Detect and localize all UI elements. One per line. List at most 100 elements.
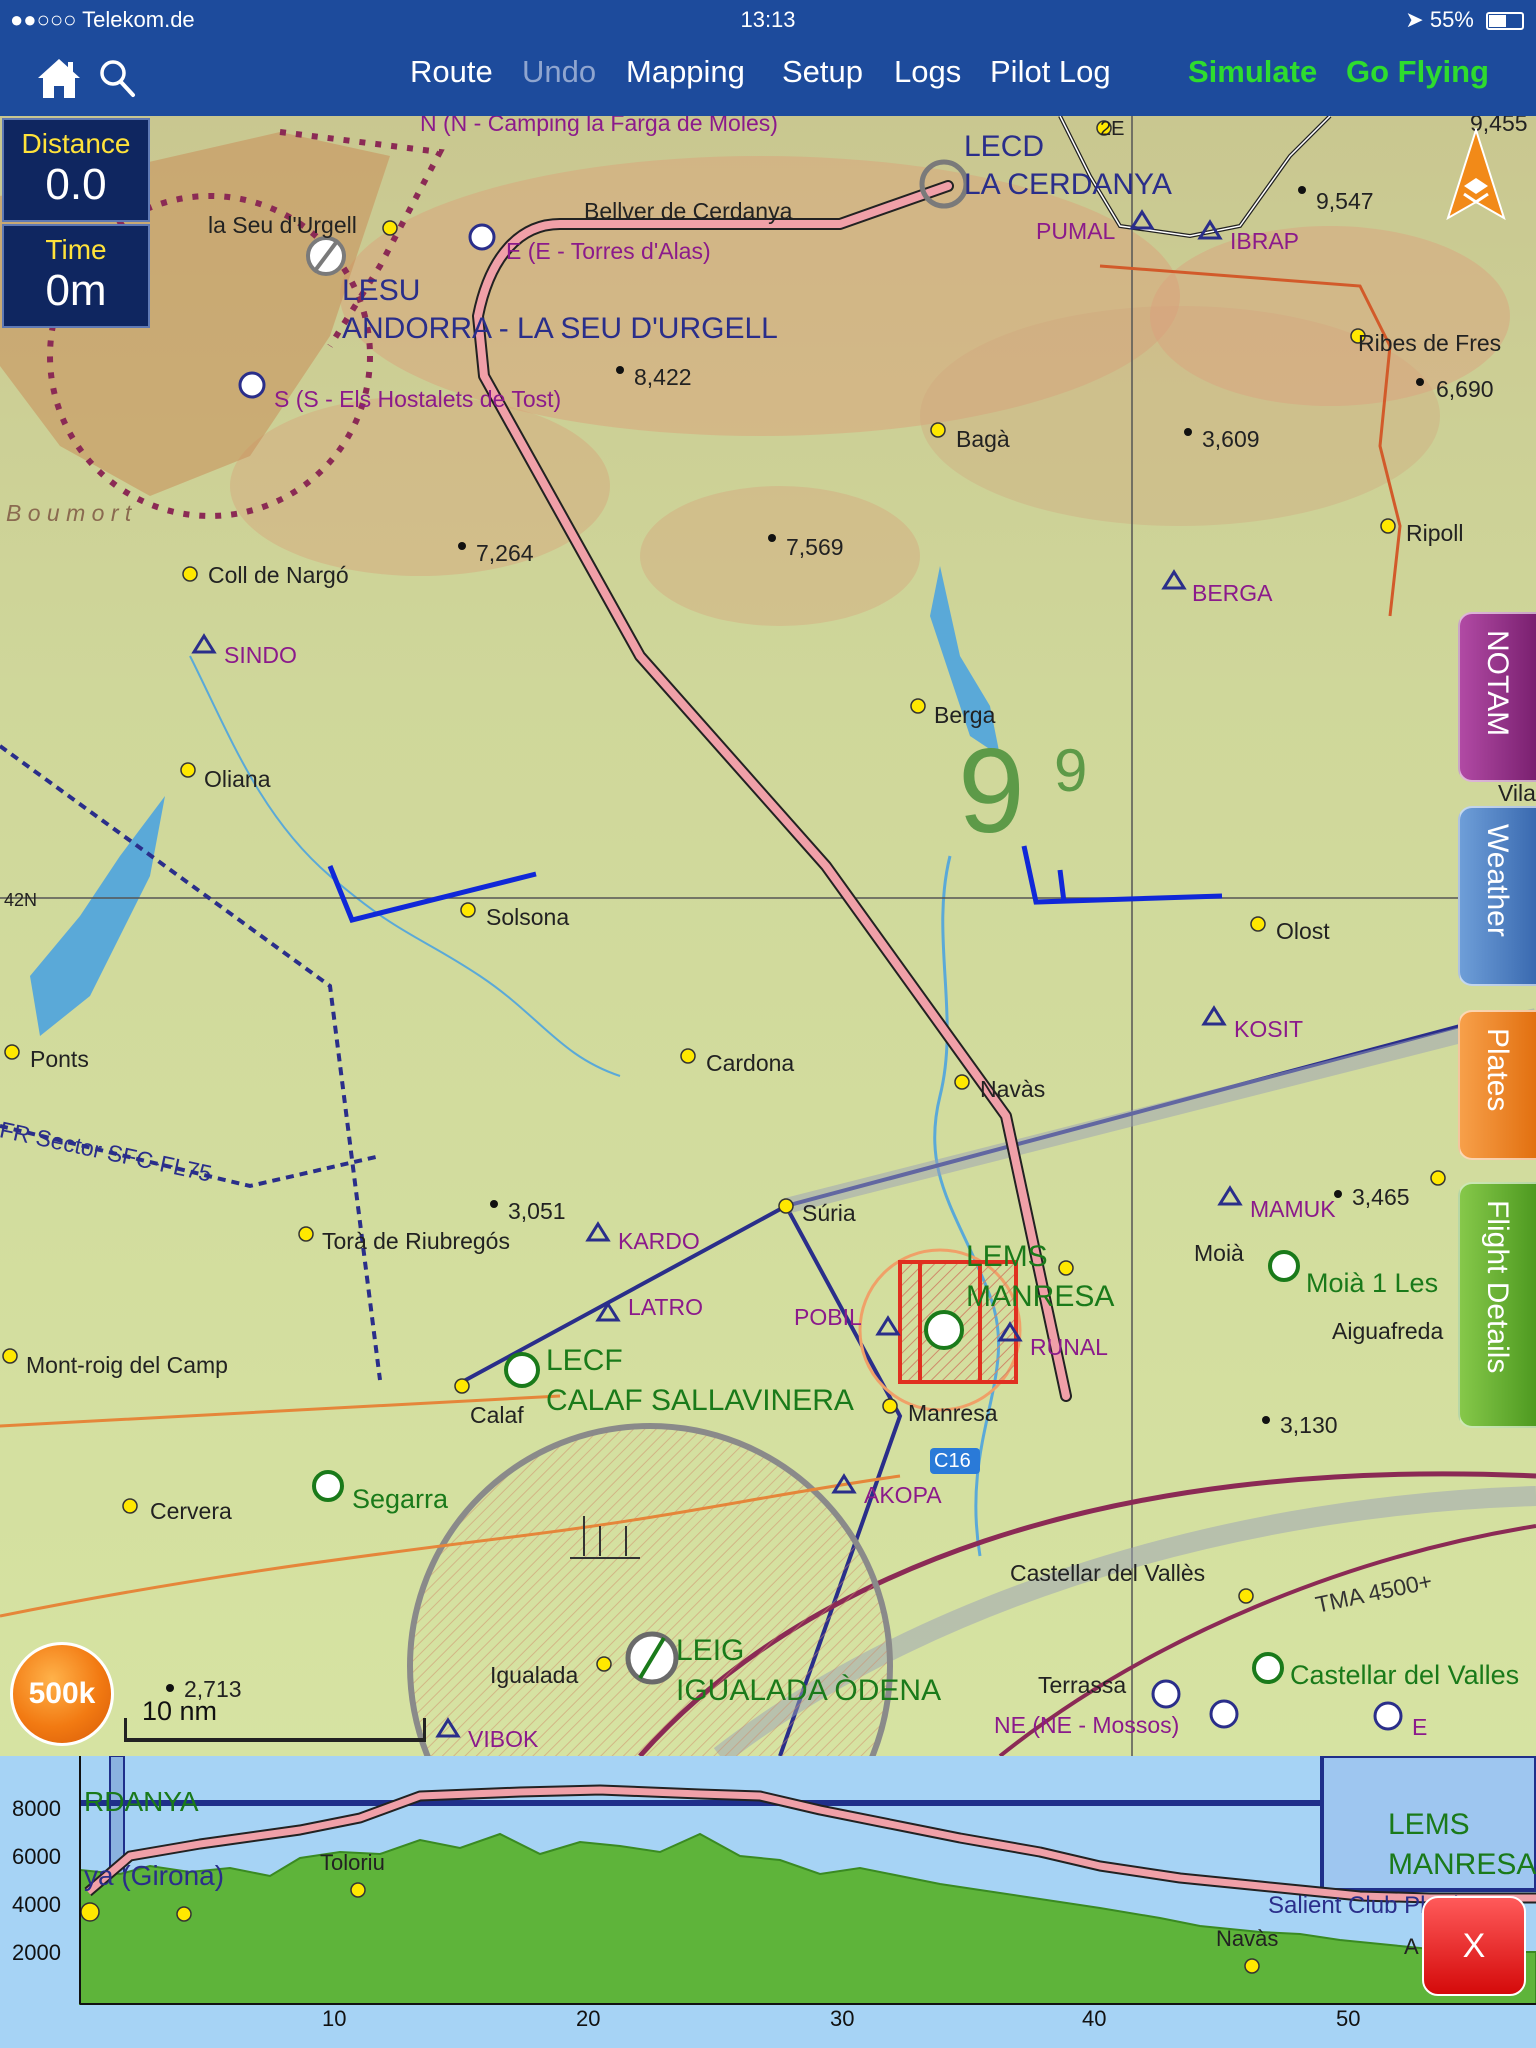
profile-label-a: A <box>1404 1934 1419 1959</box>
profile-label-toloriu: Toloriu <box>320 1850 385 1875</box>
airport-leig-code[interactable]: LEIG <box>676 1634 744 1668</box>
region-boumort: B o u m o r t <box>6 500 132 526</box>
profile-x-tick-50: 50 <box>1336 2006 1361 2031</box>
tab-flight-details[interactable]: Flight Details <box>1458 1182 1536 1428</box>
go-flying-button[interactable]: Go Flying <box>1346 54 1489 90</box>
aeronautical-chart[interactable]: N (N - Camping la Farga de Moles) LECD L… <box>0 116 1536 1756</box>
profile-label-girona: ya (Girona) <box>84 1860 225 1891</box>
distance-label: Distance <box>21 128 131 159</box>
airport-lecf-code[interactable]: LECF <box>546 1344 623 1378</box>
vfr-point-e: E (E - Torres d'Alas) <box>506 238 711 264</box>
tab-weather[interactable]: Weather <box>1458 806 1536 986</box>
waypoint-sindo[interactable]: SINDO <box>224 642 297 669</box>
profile-y-tick-4000: 4000 <box>12 1892 61 1917</box>
vfr-point-e2: E <box>1412 1714 1428 1740</box>
airfield-segarra[interactable]: Segarra <box>352 1484 448 1515</box>
scale-bar: 10 nm <box>124 1696 426 1742</box>
elevation-3051: 3,051 <box>508 1198 566 1224</box>
mapping-menu[interactable]: Mapping <box>626 54 745 90</box>
airport-lesu-name[interactable]: ANDORRA - LA SEU D'URGELL <box>342 312 778 346</box>
scale-line <box>124 1738 426 1742</box>
profile-x-tick-20: 20 <box>576 2006 601 2031</box>
battery-icon <box>1486 12 1524 30</box>
waypoint-latro[interactable]: LATRO <box>628 1294 703 1321</box>
tab-notam[interactable]: NOTAM <box>1458 612 1536 782</box>
town-cervera: Cervera <box>150 1498 232 1524</box>
distance-value: 0.0 <box>45 160 107 209</box>
profile-x-tick-30: 30 <box>830 2006 855 2031</box>
waypoint-pobil[interactable]: POBIL <box>794 1304 862 1331</box>
profile-y-tick-8000: 8000 <box>12 1796 61 1821</box>
airport-lecd-name[interactable]: LA CERDANYA <box>964 168 1172 202</box>
town-la-seu: la Seu d'Urgell <box>208 212 357 238</box>
airport-lems-code[interactable]: LEMS <box>966 1240 1048 1274</box>
layers-compass-icon[interactable] <box>1442 128 1510 224</box>
elevation-3465: 3,465 <box>1352 1184 1410 1210</box>
battery-status: ➤ 55% <box>1405 7 1524 33</box>
town-moia: Moià <box>1194 1240 1244 1266</box>
tab-plates[interactable]: Plates <box>1458 1010 1536 1160</box>
waypoint-berga[interactable]: BERGA <box>1192 580 1273 607</box>
waypoint-runal[interactable]: RUNAL <box>1030 1334 1108 1361</box>
airport-lecd-code[interactable]: LECD <box>964 130 1044 164</box>
airport-lems-name[interactable]: MANRESA <box>966 1280 1114 1314</box>
elevation-8422: 8,422 <box>634 364 692 390</box>
elevation-3609: 3,609 <box>1202 426 1260 452</box>
time-label: Time <box>45 234 107 265</box>
waypoint-akopa[interactable]: AKOPA <box>864 1482 942 1509</box>
road-c16-label: C16 <box>934 1450 971 1472</box>
status-bar: ●●○○○ Telekom.de 13:13 ➤ 55% <box>0 0 1536 40</box>
tab-notam-label: NOTAM <box>1481 630 1514 737</box>
waypoint-ibrap[interactable]: IBRAP <box>1230 228 1299 255</box>
elevation-6690: 6,690 <box>1436 376 1494 402</box>
town-tora: Torà de Riubregós <box>322 1228 510 1254</box>
setup-menu[interactable]: Setup <box>782 54 863 90</box>
town-aiguafreda: Aiguafreda <box>1332 1318 1444 1344</box>
undo-button[interactable]: Undo <box>522 54 596 90</box>
town-terrassa: Terrassa <box>1038 1672 1127 1698</box>
waypoint-kosit[interactable]: KOSIT <box>1234 1016 1303 1043</box>
route-menu[interactable]: Route <box>410 54 493 90</box>
simulate-button[interactable]: Simulate <box>1188 54 1317 90</box>
airfield-castellar[interactable]: Castellar del Valles <box>1290 1660 1519 1691</box>
airport-lesu-code[interactable]: LESU <box>342 274 420 308</box>
town-coll-de-nargo: Coll de Nargó <box>208 562 349 588</box>
profile-x-tick-10: 10 <box>322 2006 347 2031</box>
town-oliana: Oliana <box>204 766 271 792</box>
airfield-moia[interactable]: Moià 1 Les <box>1306 1268 1438 1299</box>
time-panel: Time 0m <box>2 224 150 328</box>
tab-plates-label: Plates <box>1481 1028 1514 1112</box>
scale-tick-left <box>124 1718 127 1742</box>
vertical-profile-panel[interactable]: 8000 6000 4000 2000 10 20 30 40 50 RDANY… <box>0 1756 1536 2048</box>
airport-lecf-name[interactable]: CALAF SALLAVINERA <box>546 1384 854 1418</box>
home-icon[interactable] <box>36 56 82 100</box>
town-ribes: Ribes de Fres <box>1358 330 1502 356</box>
clock-label: 13:13 <box>740 7 796 32</box>
waypoint-mamuk[interactable]: MAMUK <box>1250 1196 1336 1223</box>
town-vila: Vila <box>1498 780 1536 806</box>
location-arrow-icon: ➤ <box>1405 7 1424 32</box>
waypoint-pumal[interactable]: PUMAL <box>1036 218 1115 245</box>
town-calaf: Calaf <box>470 1402 524 1428</box>
time-value: 0m <box>45 266 107 315</box>
zoom-level-button[interactable]: 500k <box>10 1642 114 1746</box>
pilot-log-menu[interactable]: Pilot Log <box>990 54 1111 90</box>
waypoint-vibok[interactable]: VIBOK <box>468 1726 538 1753</box>
town-olost: Olost <box>1276 918 1330 944</box>
town-navas: Navàs <box>980 1076 1046 1102</box>
grid-latitude-label: 42N <box>4 890 38 910</box>
search-icon[interactable] <box>98 58 136 98</box>
close-profile-button[interactable]: X <box>1422 1896 1526 1996</box>
airport-leig-name[interactable]: IGUALADA ÒDENA <box>676 1674 941 1708</box>
waypoint-kardo[interactable]: KARDO <box>618 1228 700 1255</box>
grid-mora-small: 9 <box>1054 737 1088 804</box>
town-suria: Súria <box>802 1200 856 1226</box>
elevation-7264: 7,264 <box>476 540 534 566</box>
tab-weather-label: Weather <box>1481 824 1514 937</box>
vfr-point-ne: NE (NE - Mossos) <box>994 1712 1180 1738</box>
elevation-3130: 3,130 <box>1280 1412 1338 1438</box>
town-igualada: Igualada <box>490 1662 579 1688</box>
profile-y-tick-6000: 6000 <box>12 1844 61 1869</box>
logs-menu[interactable]: Logs <box>894 54 961 90</box>
profile-y-tick-2000: 2000 <box>12 1940 61 1965</box>
